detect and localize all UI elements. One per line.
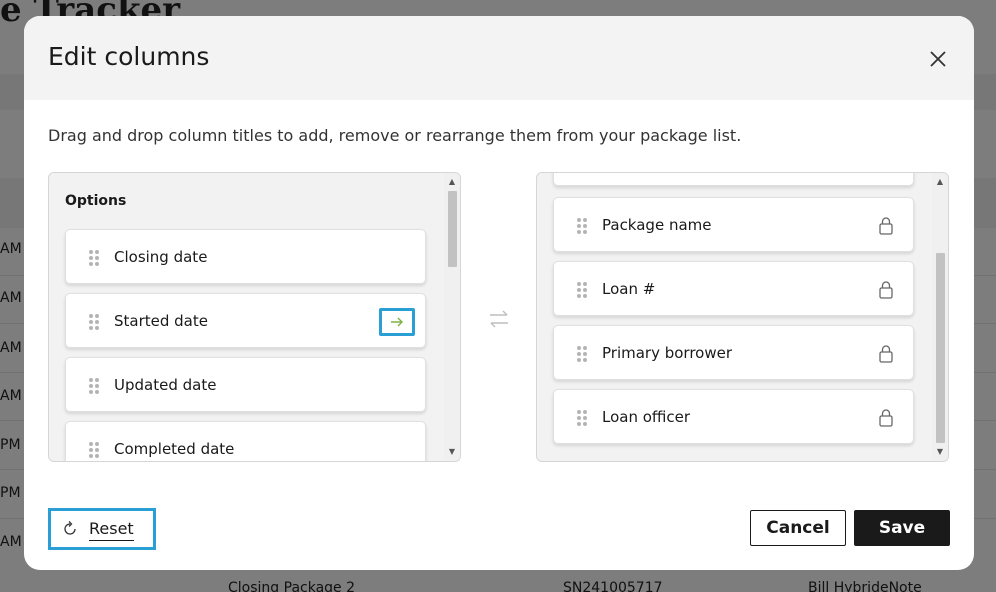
swap-icon <box>490 310 508 328</box>
options-panel: Options Closing date Started date Update… <box>48 172 461 462</box>
scroll-down-arrow[interactable]: ▼ <box>932 445 948 459</box>
close-button[interactable] <box>924 45 952 73</box>
option-item-label: Closing date <box>114 248 208 266</box>
selected-item-primary-borrower[interactable]: Primary borrower <box>553 325 914 380</box>
options-scrollbar[interactable]: ▲ ▼ <box>444 173 460 461</box>
option-item-completed-date[interactable]: Completed date <box>65 421 426 461</box>
scrollbar-thumb[interactable] <box>448 191 457 267</box>
reset-icon <box>64 521 76 535</box>
selected-item-label: Package name <box>602 216 712 234</box>
reset-label: Reset <box>89 519 134 541</box>
scroll-down-arrow[interactable]: ▼ <box>444 445 460 459</box>
drag-grip-icon <box>89 442 99 458</box>
lock-icon <box>879 345 893 363</box>
option-item-started-date[interactable]: Started date <box>65 293 426 348</box>
option-item-updated-date[interactable]: Updated date <box>65 357 426 412</box>
option-item-label: Started date <box>114 312 208 330</box>
option-item-label: Updated date <box>114 376 217 394</box>
selected-item-loan-officer[interactable]: Loan officer <box>553 389 914 444</box>
drag-grip-icon <box>577 346 587 362</box>
add-column-button[interactable] <box>379 308 415 336</box>
reset-button[interactable]: Reset <box>48 508 156 550</box>
scroll-up-arrow[interactable]: ▲ <box>444 175 460 189</box>
cancel-button[interactable]: Cancel <box>750 510 846 546</box>
option-item-closing-date[interactable]: Closing date <box>65 229 426 284</box>
option-item-label: Completed date <box>114 440 235 458</box>
save-button[interactable]: Save <box>854 510 950 546</box>
arrow-right-icon <box>391 317 403 327</box>
scroll-up-arrow[interactable]: ▲ <box>932 175 948 189</box>
drag-grip-icon <box>577 410 587 426</box>
selected-columns-panel: Package name Loan # Primary borrower Loa… <box>536 172 949 462</box>
dialog-title: Edit columns <box>48 42 210 71</box>
lock-icon <box>879 409 893 427</box>
selected-scrollbar[interactable]: ▲ ▼ <box>932 173 948 461</box>
selected-item-loan-number[interactable]: Loan # <box>553 261 914 316</box>
selected-item-package-name[interactable]: Package name <box>553 197 914 252</box>
dialog-description: Drag and drop column titles to add, remo… <box>48 126 742 145</box>
options-heading: Options <box>65 193 127 209</box>
drag-grip-icon <box>89 378 99 394</box>
drag-grip-icon <box>577 218 587 234</box>
selected-item-label: Loan # <box>602 280 656 298</box>
lock-icon <box>879 281 893 299</box>
edit-columns-dialog: Edit columns Drag and drop column titles… <box>24 16 974 570</box>
selected-item-label: Loan officer <box>602 408 691 426</box>
dialog-header: Edit columns <box>24 16 974 100</box>
drag-grip-icon <box>89 314 99 330</box>
close-icon <box>930 51 946 67</box>
lock-icon <box>879 217 893 235</box>
selected-item-label: Primary borrower <box>602 344 733 362</box>
drag-grip-icon <box>89 250 99 266</box>
scrollbar-thumb[interactable] <box>936 253 945 443</box>
selected-item-partial[interactable] <box>553 173 914 186</box>
drag-grip-icon <box>577 282 587 298</box>
